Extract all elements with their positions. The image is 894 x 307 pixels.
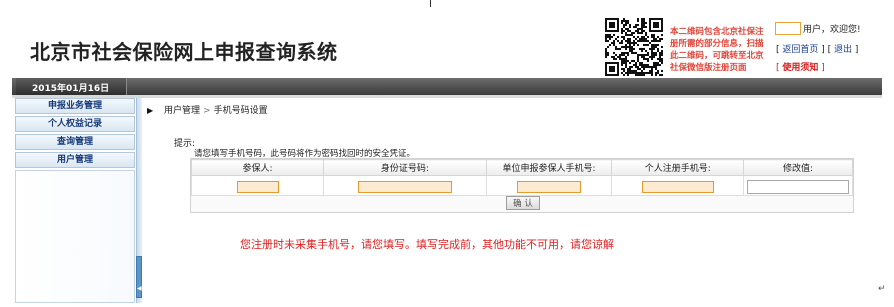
personal-phone-value [641, 180, 714, 193]
breadcrumb-arrow-icon: ▶ [147, 106, 154, 115]
notice-links: [ 使用须知 ] [776, 60, 825, 73]
table-header-row: 参保人: 身份证号码: 单位申报参保人手机号: 个人注册手机号: 修改值: [190, 159, 853, 176]
insured-cell [190, 175, 325, 196]
site-title: 北京市社会保险网上申报查询系统 [30, 40, 338, 64]
column-header-personal-phone: 个人注册手机号: [611, 159, 745, 176]
unit-phone-cell [485, 175, 613, 196]
bracket-close-2: ] [852, 45, 859, 55]
id-number-cell [323, 175, 487, 196]
home-link[interactable]: 返回首页 [782, 45, 818, 55]
notice-bracket-close: ] [818, 63, 825, 73]
sidebar-empty-area [15, 170, 135, 303]
logout-link[interactable]: 退出 [834, 45, 852, 55]
table-row [190, 175, 853, 196]
phone-required-notice: 您注册时未采集手机号，请您填写。填写完成前，其他功能不可用，请您谅解 [240, 238, 614, 251]
sidebar: 申报业务管理 个人权益记录 查询管理 用户管理 [15, 98, 136, 303]
nav-bar-underline [12, 95, 882, 98]
welcome-text: 用户，欢迎您! [803, 25, 861, 35]
username-field [775, 22, 801, 35]
sidebar-item-declaration[interactable]: 申报业务管理 [15, 98, 135, 114]
qr-code-notice: 本二维码包含北京社保注册所需的部分信息，扫描此二维码，可跳转至北京社保微信版注册… [670, 27, 764, 73]
bracket-close: ] [ [818, 45, 834, 55]
modify-value-input[interactable] [747, 179, 850, 194]
top-divider-tick [430, 0, 431, 7]
user-links: [ 返回首页 ] [ 退出 ] [776, 42, 858, 55]
current-date: 2015年01月16日 [32, 84, 110, 94]
sidebar-item-query[interactable]: 查询管理 [15, 134, 135, 150]
column-header-id-number: 身份证号码: [323, 159, 487, 176]
insured-value [236, 180, 279, 193]
collapse-arrow-icon: ◀ [137, 285, 142, 292]
modify-value-cell [743, 175, 853, 196]
top-nav-bar [12, 78, 882, 95]
sidebar-item-personal-rights[interactable]: 个人权益记录 [15, 116, 135, 132]
paragraph-mark-icon: ↵ [878, 284, 886, 294]
tips-label: 提示: [174, 139, 196, 149]
sidebar-item-user[interactable]: 用户管理 [15, 152, 135, 168]
column-header-unit-phone: 单位申报参保人手机号: [485, 159, 613, 176]
qr-code-image [605, 18, 663, 76]
breadcrumb: 用户管理 > 手机号码设置 [164, 103, 268, 116]
breadcrumb-current: 手机号码设置 [213, 106, 268, 116]
breadcrumb-separator-icon: > [203, 106, 211, 116]
usage-notice-link[interactable]: 使用须知 [782, 63, 818, 73]
breadcrumb-parent: 用户管理 [164, 106, 201, 116]
column-header-insured: 参保人: [190, 159, 325, 176]
id-number-value [357, 180, 452, 193]
unit-phone-value [517, 180, 581, 193]
personal-phone-cell [611, 175, 745, 196]
confirm-button[interactable]: 确 认 [506, 196, 540, 210]
column-header-modify-value: 修改值: [743, 159, 853, 176]
phone-setting-table: 参保人: 身份证号码: 单位申报参保人手机号: 个人注册手机号: 修改值: [190, 159, 853, 196]
